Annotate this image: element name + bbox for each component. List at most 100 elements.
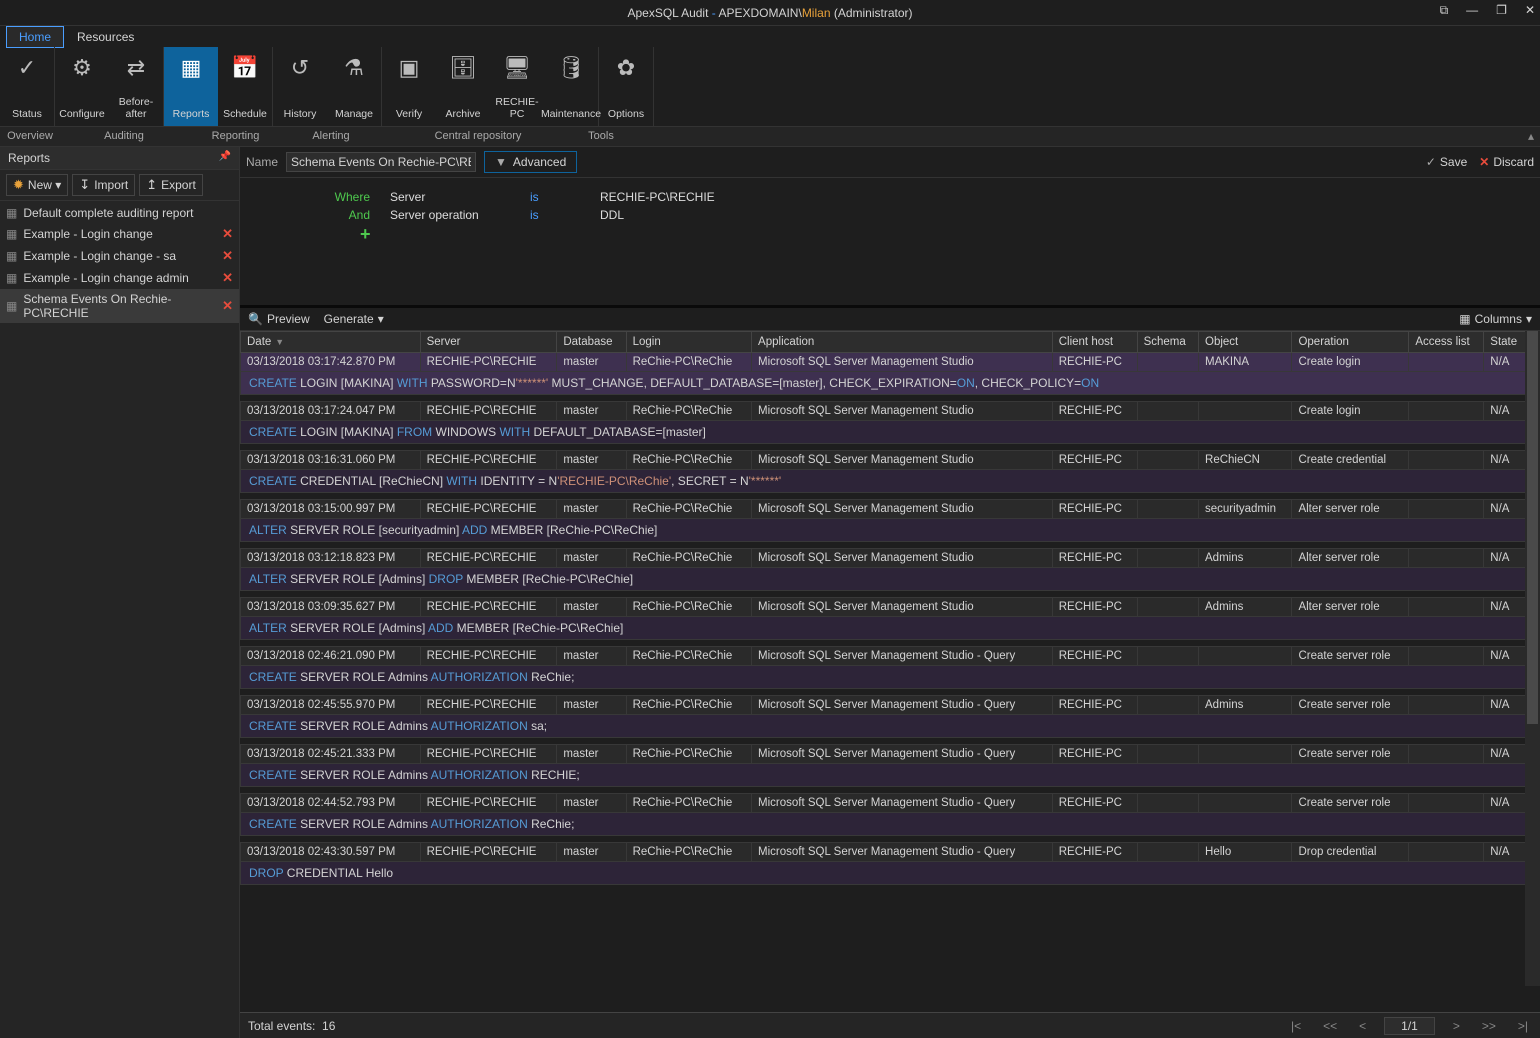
col-database[interactable]: Database bbox=[557, 332, 626, 353]
sql-detail-row: CREATE SERVER ROLE Admins AUTHORIZATION … bbox=[241, 715, 1540, 738]
ribbon-history[interactable]: ↺History bbox=[273, 47, 327, 126]
delete-icon[interactable]: ✕ bbox=[222, 270, 233, 286]
sql-detail-row: CREATE SERVER ROLE Admins AUTHORIZATION … bbox=[241, 666, 1540, 689]
col-client-host[interactable]: Client host bbox=[1052, 332, 1137, 353]
criteria-row[interactable]: AndServer operationisDDL bbox=[320, 206, 1500, 224]
report-item[interactable]: ▦Example - Login change✕ bbox=[0, 223, 239, 245]
filter-bar: Name ▼ Advanced ✓Save ✕Discard bbox=[240, 147, 1540, 178]
configure-icon: ⚙ bbox=[72, 53, 92, 83]
page-first-button[interactable]: |< bbox=[1287, 1019, 1305, 1033]
window-popout-icon[interactable]: ⧉ bbox=[1440, 3, 1449, 18]
sql-detail-row: CREATE LOGIN [MAKINA] FROM WINDOWS WITH … bbox=[241, 421, 1540, 444]
import-button[interactable]: ↧Import bbox=[72, 174, 135, 196]
ribbon-schedule[interactable]: 📅Schedule bbox=[218, 47, 272, 126]
delete-icon[interactable]: ✕ bbox=[222, 226, 233, 242]
sql-detail-row: ALTER SERVER ROLE [Admins] ADD MEMBER [R… bbox=[241, 617, 1540, 640]
name-label: Name bbox=[246, 155, 278, 169]
col-access-list[interactable]: Access list bbox=[1409, 332, 1484, 353]
page-back-button[interactable]: < bbox=[1355, 1019, 1370, 1033]
schedule-icon: 📅 bbox=[231, 53, 258, 83]
sql-detail-row: CREATE SERVER ROLE Admins AUTHORIZATION … bbox=[241, 813, 1540, 836]
table-row[interactable]: 03/13/2018 03:09:35.627 PMRECHIE-PC\RECH… bbox=[241, 598, 1540, 617]
col-object[interactable]: Object bbox=[1199, 332, 1292, 353]
main-panel: Name ▼ Advanced ✓Save ✕Discard WhereServ… bbox=[240, 147, 1540, 1038]
ribbon-configure[interactable]: ⚙Configure bbox=[55, 47, 109, 126]
table-row[interactable]: 03/13/2018 02:46:21.090 PMRECHIE-PC\RECH… bbox=[241, 647, 1540, 666]
sql-detail-row: CREATE LOGIN [MAKINA] WITH PASSWORD=N'**… bbox=[241, 372, 1540, 395]
collapse-ribbon-icon[interactable]: ▴ bbox=[1528, 129, 1534, 143]
import-icon: ↧ bbox=[79, 177, 90, 193]
report-item[interactable]: ▦Default complete auditing report bbox=[0, 203, 239, 223]
ribbon-archive[interactable]: 🗄Archive bbox=[436, 47, 490, 126]
delete-icon[interactable]: ✕ bbox=[222, 248, 233, 264]
table-row[interactable]: 03/13/2018 03:17:24.047 PMRECHIE-PC\RECH… bbox=[241, 402, 1540, 421]
ribbon-options[interactable]: ✿Options bbox=[599, 47, 653, 126]
ribbon-rechie-pc[interactable]: 🖥RECHIE-PC bbox=[490, 47, 544, 126]
ribbon-manage[interactable]: ⚗Manage bbox=[327, 47, 381, 126]
total-events-label: Total events: 16 bbox=[248, 1019, 335, 1033]
maintenance-icon: 🛢 bbox=[557, 53, 585, 83]
report-icon: ▦ bbox=[6, 249, 17, 263]
page-fwd-button[interactable]: >> bbox=[1478, 1019, 1500, 1033]
results-table-wrap[interactable]: Date▼ServerDatabaseLoginApplicationClien… bbox=[240, 331, 1540, 1012]
before-after-icon: ⇄ bbox=[127, 53, 145, 83]
preview-button[interactable]: 🔍Preview bbox=[248, 312, 310, 326]
col-date[interactable]: Date▼ bbox=[241, 332, 421, 353]
page-last-button[interactable]: >| bbox=[1514, 1019, 1532, 1033]
report-item[interactable]: ▦Example - Login change - sa✕ bbox=[0, 245, 239, 267]
table-row[interactable]: 03/13/2018 02:44:52.793 PMRECHIE-PC\RECH… bbox=[241, 794, 1540, 813]
table-row[interactable]: 03/13/2018 03:16:31.060 PMRECHIE-PC\RECH… bbox=[241, 451, 1540, 470]
ribbon-cat-central-repository: Central repository bbox=[379, 127, 577, 146]
ribbon-maintenance[interactable]: 🛢Maintenance bbox=[544, 47, 598, 126]
tab-home[interactable]: Home bbox=[6, 26, 64, 48]
window-minimize-icon[interactable]: — bbox=[1466, 3, 1478, 18]
table-row[interactable]: 03/13/2018 03:15:00.997 PMRECHIE-PC\RECH… bbox=[241, 500, 1540, 519]
criteria-row[interactable]: WhereServerisRECHIE-PC\RECHIE bbox=[320, 188, 1500, 206]
table-row[interactable]: 03/13/2018 02:45:55.970 PMRECHIE-PC\RECH… bbox=[241, 696, 1540, 715]
save-button[interactable]: ✓Save bbox=[1426, 155, 1467, 169]
table-row[interactable]: 03/13/2018 03:12:18.823 PMRECHIE-PC\RECH… bbox=[241, 549, 1540, 568]
titlebar: ApexSQL Audit - APEXDOMAIN\Milan (Admini… bbox=[0, 0, 1540, 25]
results-table: Date▼ServerDatabaseLoginApplicationClien… bbox=[240, 331, 1540, 891]
page-prev-button[interactable]: << bbox=[1319, 1019, 1341, 1033]
report-item[interactable]: ▦Schema Events On Rechie-PC\RECHIE✕ bbox=[0, 289, 239, 323]
ribbon-reports[interactable]: ▦Reports bbox=[164, 47, 218, 126]
sidebar-toolbar: ✹New ▾↧Import↥Export bbox=[0, 170, 239, 201]
advanced-button[interactable]: ▼ Advanced bbox=[484, 151, 577, 173]
ribbon-verify[interactable]: ▣Verify bbox=[382, 47, 436, 126]
status-icon: ✓ bbox=[18, 53, 36, 83]
table-row[interactable]: 03/13/2018 02:43:30.597 PMRECHIE-PC\RECH… bbox=[241, 843, 1540, 862]
vertical-scrollbar[interactable] bbox=[1525, 331, 1540, 986]
add-criteria-button[interactable]: + bbox=[360, 224, 1500, 245]
status-bar: Total events: 16 |< << < 1/1 > >> >| bbox=[240, 1012, 1540, 1038]
col-application[interactable]: Application bbox=[752, 332, 1053, 353]
reports-sidebar: Reports📌 ✹New ▾↧Import↥Export ▦Default c… bbox=[0, 147, 240, 1038]
window-maximize-icon[interactable]: ❐ bbox=[1496, 3, 1507, 18]
report-name-input[interactable] bbox=[286, 152, 476, 172]
search-icon: 🔍 bbox=[248, 312, 263, 326]
export-button[interactable]: ↥Export bbox=[139, 174, 203, 196]
report-icon: ▦ bbox=[6, 299, 17, 313]
col-schema[interactable]: Schema bbox=[1137, 332, 1198, 353]
col-server[interactable]: Server bbox=[420, 332, 557, 353]
chevron-down-icon: ▾ bbox=[1526, 312, 1532, 326]
col-login[interactable]: Login bbox=[626, 332, 751, 353]
ribbon-before-after[interactable]: ⇄Before-after bbox=[109, 47, 163, 126]
window-close-icon[interactable]: ✕ bbox=[1525, 3, 1535, 18]
generate-button[interactable]: Generate▾ bbox=[324, 312, 384, 326]
new-button[interactable]: ✹New ▾ bbox=[6, 174, 68, 196]
report-icon: ▦ bbox=[6, 227, 17, 241]
columns-button[interactable]: ▦Columns▾ bbox=[1459, 312, 1532, 326]
delete-icon[interactable]: ✕ bbox=[222, 298, 233, 314]
reports-icon: ▦ bbox=[181, 53, 202, 83]
table-row[interactable]: 03/13/2018 03:17:42.870 PMRECHIE-PC\RECH… bbox=[241, 353, 1540, 372]
page-next-button[interactable]: > bbox=[1449, 1019, 1464, 1033]
discard-button[interactable]: ✕Discard bbox=[1479, 155, 1534, 169]
table-row[interactable]: 03/13/2018 02:45:21.333 PMRECHIE-PC\RECH… bbox=[241, 745, 1540, 764]
pin-icon[interactable]: 📌 bbox=[219, 151, 231, 165]
ribbon-status[interactable]: ✓Status bbox=[0, 47, 54, 126]
report-item[interactable]: ▦Example - Login change admin✕ bbox=[0, 267, 239, 289]
tab-resources[interactable]: Resources bbox=[64, 26, 147, 48]
col-operation[interactable]: Operation bbox=[1292, 332, 1409, 353]
archive-icon: 🗄 bbox=[449, 53, 477, 83]
